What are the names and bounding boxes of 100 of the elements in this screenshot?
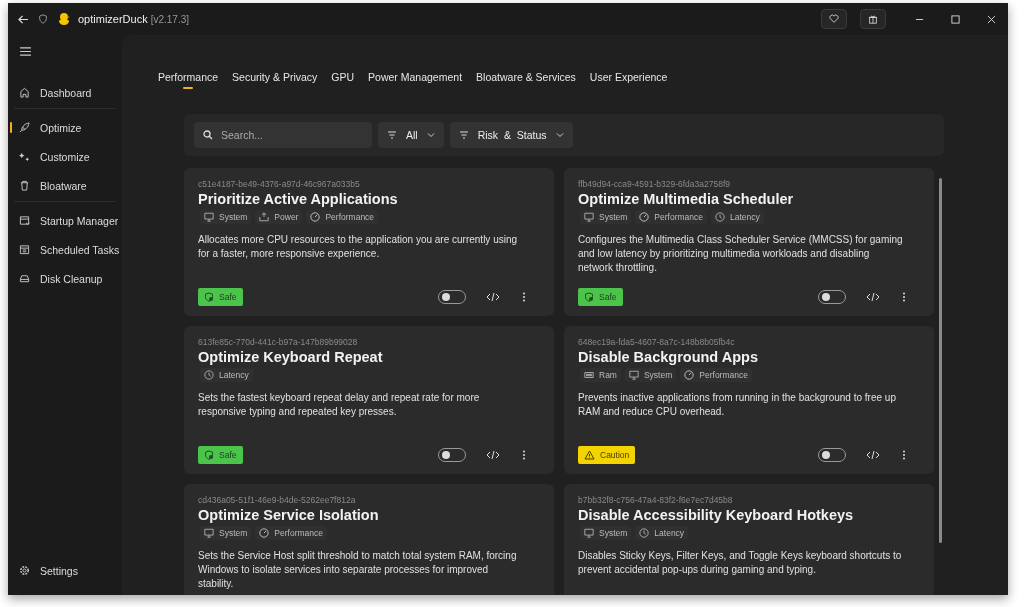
tweak-title: Prioritize Active Applications bbox=[198, 190, 399, 209]
warning-icon bbox=[584, 450, 595, 460]
monitor-icon bbox=[204, 528, 214, 538]
more-options-icon[interactable] bbox=[902, 450, 906, 460]
tweak-description: Disables Sticky Keys, Filter Keys, and Toggle Keys keyboard shortcuts to prevent accidental pop-ups during gaming and typing. bbox=[578, 549, 903, 577]
category-tag: Performance bbox=[255, 526, 327, 540]
filter-icon bbox=[387, 131, 397, 139]
category-tab[interactable]: Security & Privacy bbox=[232, 71, 318, 89]
more-options-icon[interactable] bbox=[522, 292, 526, 302]
tweak-title: Disable Background Apps bbox=[578, 348, 759, 367]
risk-badge: Caution bbox=[578, 446, 636, 464]
calendar-icon bbox=[19, 244, 30, 255]
rocket-icon bbox=[19, 122, 30, 133]
trash-icon bbox=[19, 180, 30, 191]
category-tab[interactable]: Bloatware & Services bbox=[476, 71, 576, 89]
sparkle-icon bbox=[19, 151, 30, 162]
tweak-id: ffb49d94-cca9-4591-b329-6fda3a2758f9 bbox=[578, 179, 732, 190]
category-tag: System bbox=[624, 368, 677, 382]
drive-icon bbox=[19, 273, 30, 284]
category-tab[interactable]: Power Management bbox=[368, 71, 463, 89]
code-icon[interactable] bbox=[486, 450, 500, 460]
category-tag: Latency bbox=[635, 526, 689, 540]
chevron-down-icon bbox=[426, 132, 435, 138]
maximize-icon[interactable] bbox=[951, 14, 960, 24]
sidebar-item[interactable]: Optimize bbox=[8, 113, 122, 142]
shield-check-icon bbox=[584, 292, 594, 302]
search-field[interactable]: Search... bbox=[194, 122, 372, 148]
tweak-title: Optimize Keyboard Repeat bbox=[198, 348, 384, 367]
category-tag: Power bbox=[255, 210, 303, 224]
tweak-description: Sets the fastest keyboard repeat delay and repeat rate for more responsive typing and repeated key presses. bbox=[198, 391, 481, 419]
window-icon bbox=[19, 215, 30, 226]
menu-icon[interactable] bbox=[20, 47, 31, 56]
code-icon[interactable] bbox=[486, 292, 500, 302]
gauge-icon bbox=[310, 212, 321, 222]
gauge-icon bbox=[259, 528, 270, 538]
search-icon bbox=[203, 130, 213, 140]
monitor-icon bbox=[584, 528, 594, 538]
category-tag: System bbox=[580, 526, 632, 540]
category-tab[interactable]: User Experience bbox=[589, 71, 668, 89]
settings-item[interactable]: Settings bbox=[8, 556, 122, 585]
category-tag: Performance bbox=[306, 210, 379, 224]
category-tag: System bbox=[580, 210, 632, 224]
more-options-icon[interactable] bbox=[902, 292, 906, 302]
risk-badge: Safe bbox=[578, 288, 623, 306]
shield-icon bbox=[38, 14, 48, 24]
category-tag: Latency bbox=[711, 210, 764, 224]
duck-logo-icon bbox=[57, 12, 71, 26]
category-tag: System bbox=[200, 210, 252, 224]
clock-icon bbox=[715, 212, 725, 222]
tweak-description: Configures the Multimedia Class Scheduler Service (MMCSS) for gaming and low latency by prioritizing multimedia workloads and disabling network throttling. bbox=[578, 233, 904, 275]
gift-button[interactable] bbox=[860, 9, 886, 29]
tweak-description: Allocates more CPU resources to the application you are currently using for a faster, more responsive experience. bbox=[198, 233, 519, 261]
back-arrow-icon[interactable] bbox=[18, 13, 29, 25]
sidebar-item[interactable]: Scheduled Tasks bbox=[8, 235, 122, 264]
category-tag: System bbox=[200, 526, 252, 540]
sidebar-item[interactable]: Disk Cleanup bbox=[8, 264, 122, 293]
power-icon bbox=[259, 212, 270, 222]
heart-button[interactable] bbox=[821, 9, 847, 29]
filter-icon bbox=[458, 131, 469, 139]
shield-check-icon bbox=[204, 292, 214, 302]
gift-icon bbox=[868, 14, 878, 24]
sidebar-item[interactable]: Customize bbox=[8, 142, 122, 171]
tweak-description: Sets the Service Host split threshold to match total system RAM, forcing Windows to isolate services into separate processes for improved stability. bbox=[198, 549, 518, 591]
code-icon[interactable] bbox=[866, 450, 880, 460]
monitor-icon bbox=[584, 212, 594, 222]
tweak-id: c51e4187-be49-4376-a97d-46c967a033b5 bbox=[198, 179, 361, 190]
tweak-id: b7bb32f8-c756-47a4-83f2-f6e7ec7d45b8 bbox=[578, 495, 734, 506]
category-tab[interactable]: GPU bbox=[331, 71, 355, 89]
tweak-id: cd436a05-51f1-46e9-b4de-5262ee7f812a bbox=[198, 495, 357, 506]
app-name: optimizerDuck bbox=[78, 13, 148, 25]
memory-icon bbox=[584, 370, 594, 380]
scrollbar[interactable] bbox=[939, 178, 942, 543]
close-icon[interactable] bbox=[987, 14, 996, 24]
home-icon bbox=[19, 87, 30, 98]
app-version: [v2.17.3] bbox=[150, 13, 190, 25]
gauge-icon bbox=[639, 212, 650, 222]
category-tag: Latency bbox=[200, 368, 253, 382]
tweak-title: Disable Accessibility Keyboard Hotkeys bbox=[578, 506, 855, 525]
heart-icon bbox=[829, 14, 839, 24]
category-tag: Ram bbox=[580, 368, 621, 382]
sidebar-item[interactable]: Startup Manager bbox=[8, 206, 122, 235]
category-tag: Performance bbox=[680, 368, 752, 382]
tweak-title: Optimize Service Isolation bbox=[198, 506, 380, 525]
sidebar-item[interactable]: Bloatware bbox=[8, 171, 122, 200]
category-tag: Performance bbox=[635, 210, 707, 224]
shield-check-icon bbox=[204, 450, 214, 460]
filter-dropdown[interactable]: All bbox=[378, 122, 444, 148]
code-icon[interactable] bbox=[866, 292, 880, 302]
more-options-icon[interactable] bbox=[522, 450, 526, 460]
gauge-icon bbox=[684, 370, 695, 380]
category-tab[interactable]: Performance bbox=[158, 71, 219, 89]
tweak-title: Optimize Multimedia Scheduler bbox=[578, 190, 795, 209]
filter-dropdown[interactable]: Risk & Status bbox=[449, 122, 573, 148]
tweak-id: 613fe85c-770d-441c-b97a-147b89b99028 bbox=[198, 337, 359, 348]
sidebar-item[interactable]: Dashboard bbox=[8, 78, 122, 107]
risk-badge: Safe bbox=[198, 288, 243, 306]
risk-badge: Safe bbox=[198, 446, 243, 464]
monitor-icon bbox=[628, 370, 639, 380]
tweak-description: Prevents inactive applications from running in the background to free up RAM and reduce CPU overhead. bbox=[578, 391, 897, 419]
settings-icon bbox=[19, 565, 30, 576]
